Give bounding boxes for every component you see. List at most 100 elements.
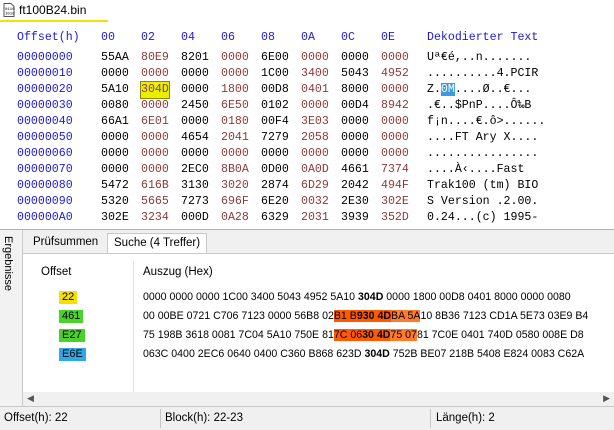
hex-cell[interactable]: 3E03 bbox=[301, 114, 329, 130]
hex-cell[interactable]: 8201 bbox=[181, 50, 209, 66]
hex-cell[interactable]: 80E9 bbox=[141, 50, 169, 66]
hex-cell[interactable]: 0000 bbox=[141, 66, 169, 82]
decoded-text[interactable]: S Version .2.00. bbox=[427, 194, 538, 210]
hex-cell[interactable]: 0000 bbox=[181, 66, 209, 82]
hex-cell[interactable]: 0000 bbox=[381, 114, 409, 130]
scroll-right-icon[interactable]: ▶ bbox=[603, 393, 610, 404]
hex-cell[interactable]: 8B0A bbox=[221, 162, 249, 178]
hex-cell[interactable]: 0000 bbox=[301, 146, 329, 162]
hex-cell[interactable]: 0000 bbox=[141, 146, 169, 162]
hex-cell[interactable]: 7279 bbox=[261, 130, 289, 146]
hex-cell[interactable]: 3234 bbox=[141, 210, 169, 226]
scroll-left-icon[interactable]: ◀ bbox=[27, 393, 34, 404]
decoded-text[interactable]: Uª€é,..n....... bbox=[427, 50, 531, 66]
hex-cell[interactable]: 302E bbox=[101, 210, 129, 226]
column-header-excerpt[interactable]: Auszug (Hex) bbox=[143, 266, 213, 278]
hex-cell[interactable]: 55AA bbox=[101, 50, 129, 66]
hex-cell[interactable]: 0000 bbox=[261, 146, 289, 162]
hex-cell[interactable]: 0000 bbox=[181, 146, 209, 162]
hex-cell[interactable]: 2E30 bbox=[341, 194, 369, 210]
tab-checksums[interactable]: Prüfsummen bbox=[27, 233, 104, 252]
hex-cell[interactable]: 0000 bbox=[381, 130, 409, 146]
hex-cell[interactable]: 302E bbox=[381, 194, 409, 210]
hex-cell[interactable]: 0D00 bbox=[261, 162, 289, 178]
hex-cell[interactable]: 6E50 bbox=[221, 98, 249, 114]
hex-row[interactable]: 00000090 5320 5665 7273 696F 6E20 0032 2E30 302E… bbox=[0, 194, 614, 210]
hex-cell[interactable]: 352D bbox=[381, 210, 409, 226]
hex-cell[interactable]: 0000 bbox=[381, 82, 409, 98]
hex-cell[interactable]: 4952 bbox=[381, 66, 409, 82]
hex-cell[interactable]: 0102 bbox=[261, 98, 289, 114]
hex-cell[interactable]: 6E20 bbox=[261, 194, 289, 210]
hex-row[interactable]: 00000060 0000 0000 0000 0000 0000 0000 0000 0000… bbox=[0, 146, 614, 162]
hex-cell[interactable]: 0000 bbox=[101, 162, 129, 178]
file-tab[interactable]: 0110 1010 ft100B24.bin bbox=[0, 0, 108, 22]
results-vertical-label[interactable]: Ergebnisse bbox=[2, 236, 14, 291]
hex-cell[interactable]: 00D8 bbox=[261, 82, 289, 98]
decoded-text[interactable]: ..........4.PCIR bbox=[427, 66, 538, 82]
hex-cell[interactable]: 0000 bbox=[141, 130, 169, 146]
hex-cell[interactable]: 0000 bbox=[181, 82, 209, 98]
decoded-text[interactable]: ................ bbox=[427, 146, 538, 162]
hex-cell[interactable]: 3400 bbox=[301, 66, 329, 82]
hex-cell[interactable]: 0032 bbox=[301, 194, 329, 210]
hex-cell[interactable]: 494F bbox=[381, 178, 409, 194]
hex-row[interactable]: 00000030 0080 0000 2450 6E50 0102 0000 00D4 8942… bbox=[0, 98, 614, 114]
hex-cell[interactable]: 0000 bbox=[341, 114, 369, 130]
hex-cell[interactable]: 00F4 bbox=[261, 114, 289, 130]
hex-cell[interactable]: 0000 bbox=[341, 130, 369, 146]
hex-row[interactable]: 00000020 5A10 304D 0000 1800 00D8 0401 8000 0000… bbox=[0, 81, 614, 99]
hex-cell[interactable]: 8000 bbox=[341, 82, 369, 98]
hex-cell[interactable]: 2031 bbox=[301, 210, 329, 226]
hex-cell[interactable]: 696F bbox=[221, 194, 249, 210]
decoded-text[interactable]: ....FT Ary X.... bbox=[427, 130, 538, 146]
horizontal-scrollbar[interactable]: ◀ ▶ bbox=[23, 392, 614, 406]
hex-cell[interactable]: 0A28 bbox=[221, 210, 249, 226]
hex-cell[interactable]: 0000 bbox=[101, 146, 129, 162]
hex-cell[interactable]: 0000 bbox=[141, 162, 169, 178]
hex-cell[interactable]: 0000 bbox=[381, 50, 409, 66]
hex-cell[interactable]: 5043 bbox=[341, 66, 369, 82]
hex-cell[interactable]: 0A0D bbox=[301, 162, 329, 178]
hex-row[interactable]: 00000080 5472 616B 3130 3020 2874 6D29 2042 494F… bbox=[0, 178, 614, 194]
hex-cell[interactable]: 7273 bbox=[181, 194, 209, 210]
hex-cell[interactable]: 3020 bbox=[221, 178, 249, 194]
hex-cell[interactable]: 0000 bbox=[221, 50, 249, 66]
hex-cell[interactable]: 4661 bbox=[341, 162, 369, 178]
column-header-offset[interactable]: Offset bbox=[41, 266, 71, 278]
hex-row[interactable]: 000000A0 302E 3234 000D 0A28 6329 2031 3939 352D… bbox=[0, 210, 614, 226]
hex-cell[interactable]: 0000 bbox=[341, 50, 369, 66]
hex-cell[interactable]: 3939 bbox=[341, 210, 369, 226]
hex-cell[interactable]: 0180 bbox=[221, 114, 249, 130]
hex-cell[interactable]: 0000 bbox=[301, 50, 329, 66]
hex-cell[interactable]: 2450 bbox=[181, 98, 209, 114]
hex-cell[interactable]: 7374 bbox=[381, 162, 409, 178]
hex-cell[interactable]: 0000 bbox=[101, 66, 129, 82]
hex-cell[interactable]: 0000 bbox=[141, 98, 169, 114]
hex-cell[interactable]: 616B bbox=[141, 178, 169, 194]
decoded-text[interactable]: .€..$PnP....Ô‰B bbox=[427, 98, 531, 114]
decoded-text[interactable]: Trak100 (tm) BIO bbox=[427, 178, 538, 194]
hex-cell[interactable]: 0000 bbox=[381, 146, 409, 162]
hex-row[interactable]: 00000050 0000 0000 4654 2041 7279 2058 0000 0000… bbox=[0, 130, 614, 146]
hex-cell[interactable]: 0000 bbox=[101, 130, 129, 146]
result-row[interactable]: 461 00 00BE 0721 C706 7123 0000 56B8 02B1… bbox=[33, 308, 614, 327]
hex-cell[interactable]: 304D bbox=[140, 81, 170, 99]
decoded-text[interactable]: Z.0M....Ø..€... bbox=[427, 82, 531, 98]
hex-cell[interactable]: 0080 bbox=[101, 98, 129, 114]
decoded-text[interactable]: ....À‹....Fast bbox=[427, 162, 524, 178]
hex-editor-view[interactable]: Offset(h) 00 02 04 06 08 0A 0C 0E Dekodierter T… bbox=[0, 23, 614, 228]
hex-cell[interactable]: 1800 bbox=[221, 82, 249, 98]
hex-row[interactable]: 00000070 0000 0000 2EC0 8B0A 0D00 0A0D 4661 7374… bbox=[0, 162, 614, 178]
hex-cell[interactable]: 6329 bbox=[261, 210, 289, 226]
hex-cell[interactable]: 2874 bbox=[261, 178, 289, 194]
hex-row[interactable]: 00000000 55AA 80E9 8201 0000 6E00 0000 0000 0000… bbox=[0, 50, 614, 66]
hex-cell[interactable]: 5A10 bbox=[101, 82, 129, 98]
hex-cell[interactable]: 1C00 bbox=[261, 66, 289, 82]
hex-cell[interactable]: 6E01 bbox=[141, 114, 169, 130]
hex-cell[interactable]: 66A1 bbox=[101, 114, 129, 130]
hex-cell[interactable]: 2EC0 bbox=[181, 162, 209, 178]
hex-cell[interactable]: 5472 bbox=[101, 178, 129, 194]
hex-cell[interactable]: 00D4 bbox=[341, 98, 369, 114]
result-row[interactable]: E27 75 198B 3618 0081 7C04 5A10 750E 817C… bbox=[33, 327, 614, 346]
